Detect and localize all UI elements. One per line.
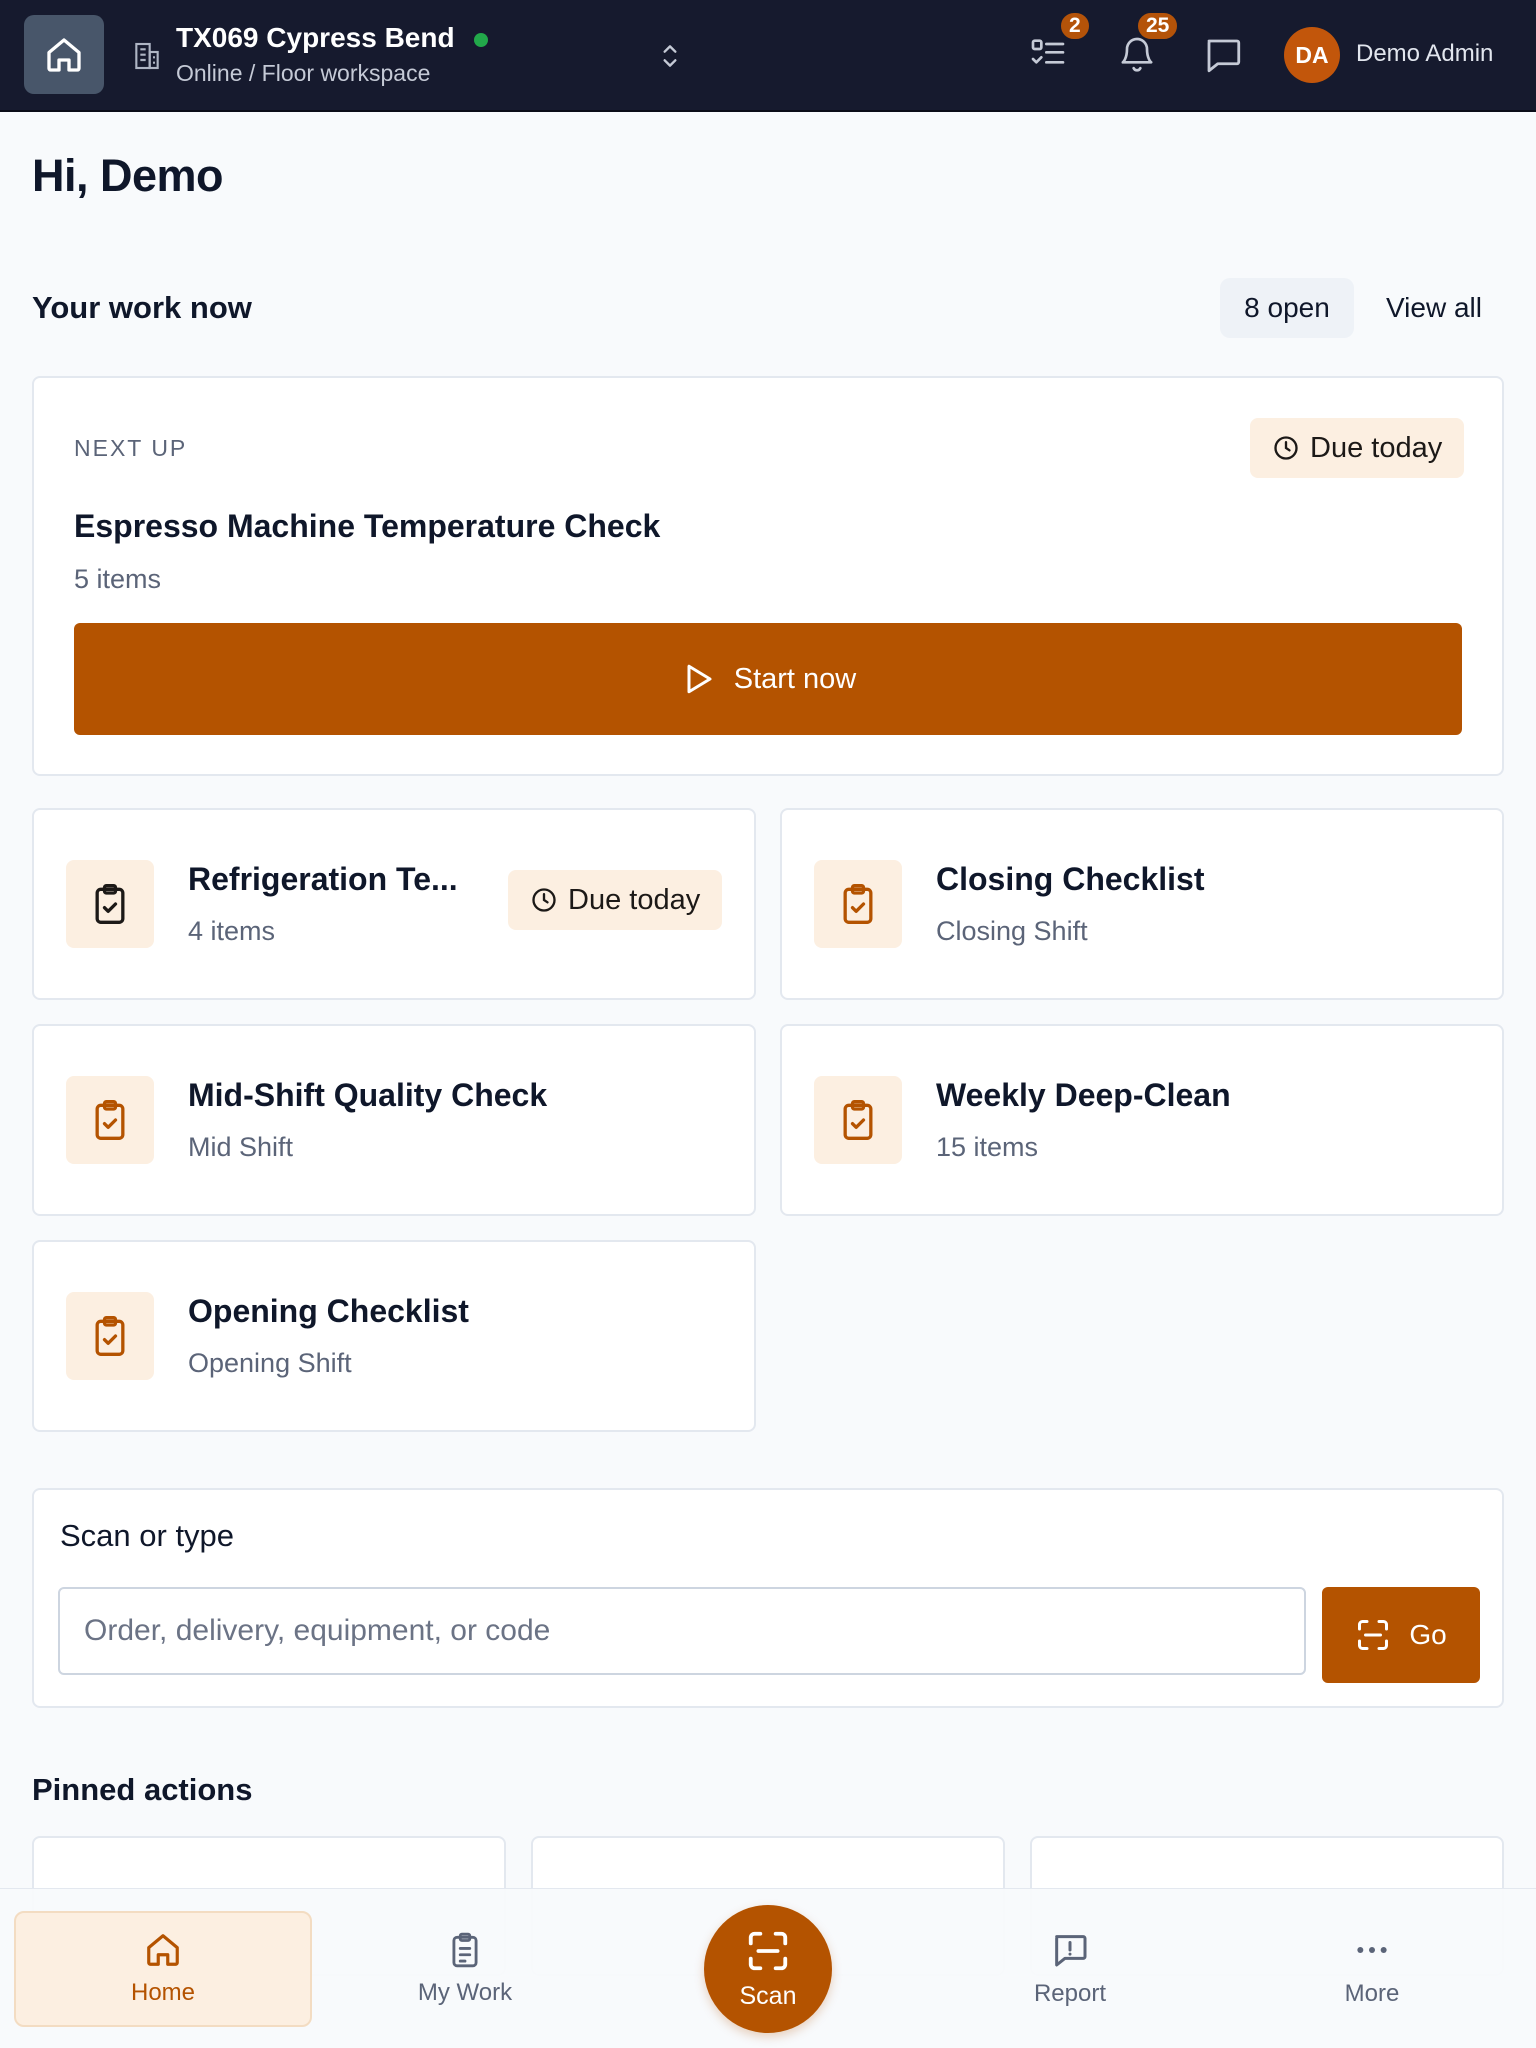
start-now-button[interactable]: Start now	[74, 623, 1462, 735]
task-subtitle: Opening Shift	[188, 1348, 352, 1378]
due-today-badge: Due today	[1250, 418, 1465, 478]
view-all-link[interactable]: View all	[1386, 292, 1482, 324]
task-subtitle: Closing Shift	[936, 916, 1088, 946]
home-button[interactable]	[24, 15, 104, 94]
task-subtitle: 15 items	[936, 1132, 1039, 1162]
clock-icon	[532, 888, 556, 912]
clipboard-check-icon	[843, 884, 873, 924]
task-card[interactable]: Refrigeration Te... 4 items Due today	[32, 808, 756, 1000]
clipboard-check-icon	[843, 1100, 873, 1140]
chat-icon[interactable]	[1202, 34, 1244, 76]
nav-scan-label: Scan	[739, 1981, 797, 2010]
scan-title: Scan or type	[60, 1518, 235, 1553]
greeting: Hi, Demo	[32, 150, 224, 201]
scan-fab-button[interactable]: Scan	[704, 1905, 832, 2033]
user-name[interactable]: Demo Admin	[1356, 40, 1493, 68]
site-status: Online / Floor workspace	[176, 60, 431, 86]
task-title: Opening Checklist	[188, 1293, 469, 1329]
due-today-label: Due today	[1310, 431, 1443, 464]
more-dots-icon	[1357, 1947, 1387, 1953]
go-label: Go	[1409, 1619, 1447, 1650]
clipboard-check-icon	[95, 1316, 125, 1356]
clock-icon	[1274, 436, 1298, 460]
play-icon	[687, 664, 712, 694]
next-up-card: NEXT UP Due today Espresso Machine Tempe…	[32, 376, 1504, 776]
clipboard-list-icon	[452, 1932, 478, 1968]
building-icon	[135, 42, 159, 70]
due-today-label: Due today	[568, 883, 701, 916]
scan-icon	[748, 1931, 788, 1970]
task-icon-tile	[814, 860, 902, 948]
next-up-label: NEXT UP	[74, 435, 188, 461]
open-count-badge: 8 open	[1220, 278, 1354, 338]
scan-input[interactable]	[58, 1587, 1306, 1675]
scan-card: Scan or type Go	[32, 1488, 1504, 1708]
task-subtitle: 4 items	[188, 916, 276, 946]
task-card[interactable]: Closing Checklist Closing Shift	[780, 808, 1504, 1000]
nav-home[interactable]: Home	[14, 1911, 312, 2027]
online-status-dot	[474, 33, 488, 47]
checklist-icon[interactable]	[1028, 34, 1068, 74]
task-title: Mid-Shift Quality Check	[188, 1077, 548, 1113]
report-icon	[1055, 1935, 1087, 1967]
clipboard-check-icon	[95, 884, 125, 924]
nav-home-label: Home	[130, 1979, 196, 2006]
nav-my-work[interactable]: My Work	[315, 1911, 615, 2027]
task-title: Refrigeration Te...	[188, 861, 458, 897]
nav-my-work-label: My Work	[417, 1979, 513, 2006]
your-work-title: Your work now	[32, 290, 252, 325]
tasks-count-badge: 2	[1059, 11, 1091, 41]
task-title: Weekly Deep-Clean	[936, 1077, 1231, 1113]
task-card[interactable]: Mid-Shift Quality Check Mid Shift	[32, 1024, 756, 1216]
task-icon-tile	[66, 860, 154, 948]
home-icon	[47, 37, 81, 72]
nav-more-label: More	[1344, 1980, 1400, 2007]
nav-more[interactable]: More	[1222, 1911, 1522, 2027]
notifications-count-badge: 25	[1136, 11, 1180, 41]
site-name[interactable]: TX069 Cypress Bend	[176, 22, 455, 54]
chevron-up-down-icon[interactable]	[657, 41, 683, 71]
scan-icon	[1358, 1620, 1389, 1650]
due-today-badge: Due today	[508, 870, 723, 930]
top-bar: TX069 Cypress Bend Online / Floor worksp…	[0, 0, 1536, 112]
task-card[interactable]: Opening Checklist Opening Shift	[32, 1240, 756, 1432]
task-icon-tile	[66, 1076, 154, 1164]
home-icon	[147, 1934, 179, 1966]
nav-report[interactable]: Report	[920, 1911, 1220, 2027]
clipboard-check-icon	[95, 1100, 125, 1140]
start-now-label: Start now	[733, 662, 857, 695]
task-icon-tile	[814, 1076, 902, 1164]
avatar[interactable]: DA	[1284, 27, 1340, 83]
bottom-nav: Home My Work Scan Report More	[0, 1888, 1536, 2048]
nav-report-label: Report	[1033, 1980, 1107, 2007]
task-card[interactable]: Weekly Deep-Clean 15 items	[780, 1024, 1504, 1216]
task-icon-tile	[66, 1292, 154, 1380]
task-title: Closing Checklist	[936, 861, 1205, 897]
next-up-title[interactable]: Espresso Machine Temperature Check	[74, 508, 660, 545]
go-button[interactable]: Go	[1322, 1587, 1480, 1683]
pinned-actions-title: Pinned actions	[32, 1772, 253, 1807]
next-up-item-count: 5 items	[74, 564, 162, 594]
task-subtitle: Mid Shift	[188, 1132, 294, 1162]
